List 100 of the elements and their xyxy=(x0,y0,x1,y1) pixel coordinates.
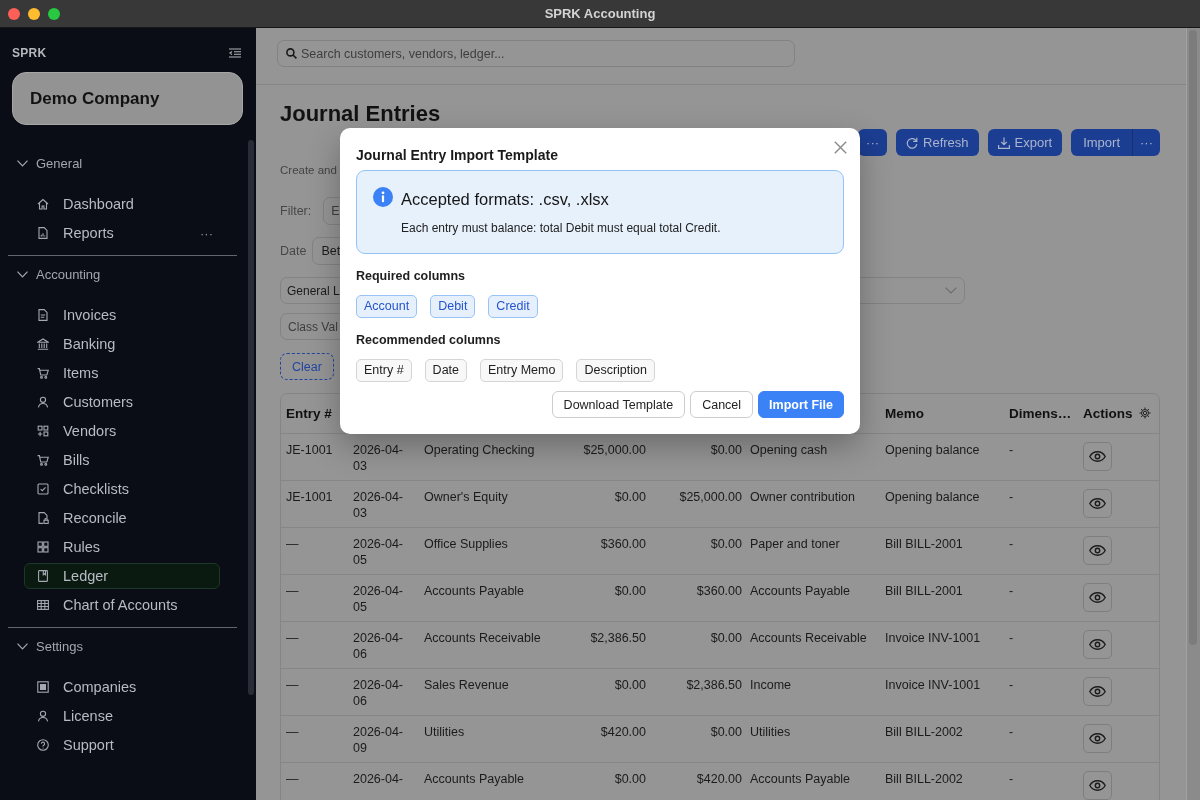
view-button[interactable] xyxy=(1083,724,1112,753)
table-cell: - xyxy=(1003,481,1077,528)
import-button[interactable]: Import xyxy=(1071,129,1132,156)
view-button[interactable] xyxy=(1083,489,1112,518)
book-icon xyxy=(37,570,49,582)
window-zoom-icon[interactable] xyxy=(48,7,60,20)
export-button[interactable]: Export xyxy=(987,129,1063,156)
column-header: Actions xyxy=(1083,406,1133,421)
more-button[interactable]: ··· xyxy=(200,225,213,241)
sidebar-item[interactable]: Vendors xyxy=(24,418,220,444)
view-button[interactable] xyxy=(1083,630,1112,659)
table-cell: Office Supplies xyxy=(418,528,551,575)
table-cell: Bill BILL-2001 xyxy=(878,575,1003,622)
table-cell: $360.00 xyxy=(651,575,746,622)
table-cell: JE-1001 xyxy=(281,434,346,481)
eye-icon xyxy=(1089,780,1106,791)
sidebar-item[interactable]: Dashboard xyxy=(24,191,220,217)
table-cell: Bill BILL-2002 xyxy=(878,763,1003,800)
square-frame-icon xyxy=(37,681,49,693)
table-cell: Accounts Payable xyxy=(418,575,551,622)
table-cell: Paper and toner xyxy=(746,528,878,575)
sidebar-item[interactable]: License xyxy=(24,703,220,729)
chevron-down-icon xyxy=(945,287,957,294)
collapse-icon[interactable] xyxy=(229,48,241,58)
bank-icon xyxy=(37,338,49,350)
table-cell: $0.00 xyxy=(551,575,651,622)
column-tag: Credit xyxy=(488,295,538,318)
scrollbar-thumb[interactable] xyxy=(248,140,254,695)
view-button[interactable] xyxy=(1083,583,1112,612)
sidebar-item[interactable]: Checklists xyxy=(24,476,220,502)
person-icon xyxy=(37,710,49,722)
column-header: Dimens… xyxy=(1009,406,1072,421)
sidebar-item[interactable]: Invoices xyxy=(24,302,220,328)
sidebar-item[interactable]: Companies xyxy=(24,674,220,700)
view-button[interactable] xyxy=(1083,677,1112,706)
document-icon xyxy=(37,309,49,321)
view-button[interactable] xyxy=(1083,771,1112,800)
company-switcher[interactable]: Demo Company xyxy=(12,72,243,125)
sidebar-item[interactable]: Rules xyxy=(24,534,220,560)
info-icon xyxy=(373,187,393,207)
section-header[interactable]: Accounting xyxy=(8,256,237,292)
sidebar-item[interactable]: Items xyxy=(24,360,220,386)
table-cell: Opening balance xyxy=(878,434,1003,481)
table-cell: - xyxy=(1003,763,1077,800)
document-chart-icon xyxy=(37,227,49,239)
person-icon xyxy=(37,396,49,408)
document-lock-icon xyxy=(37,512,49,524)
section-header[interactable]: General xyxy=(8,145,237,181)
import-file-button[interactable]: Import File xyxy=(758,391,844,418)
view-button[interactable] xyxy=(1083,536,1112,565)
page-subtitle: Create and xyxy=(280,163,337,177)
table-cell: Owner's Equity xyxy=(418,481,551,528)
table-cell: - xyxy=(1003,669,1077,716)
window-minimize-icon[interactable] xyxy=(28,7,40,20)
table-cell: Utilities xyxy=(746,716,878,763)
sidebar-item[interactable]: Bills xyxy=(24,447,220,473)
more-button[interactable]: ··· xyxy=(858,129,888,156)
cancel-button[interactable]: Cancel xyxy=(690,391,754,418)
sidebar-item[interactable]: Reconcile xyxy=(24,505,220,531)
sidebar-item[interactable]: Banking xyxy=(24,331,220,357)
cart-icon xyxy=(37,367,49,379)
column-header: Entry # xyxy=(286,406,332,421)
table-cell: $0.00 xyxy=(551,763,651,800)
eye-icon xyxy=(1089,686,1106,697)
table-cell: Bill BILL-2002 xyxy=(878,716,1003,763)
section-header[interactable]: Settings xyxy=(8,628,237,664)
table-cell: Invoice INV-1001 xyxy=(878,622,1003,669)
house-icon xyxy=(37,198,49,210)
table-cell: Income xyxy=(746,669,878,716)
view-button[interactable] xyxy=(1083,442,1112,471)
table-cell: - xyxy=(1003,434,1077,481)
date-label: Date xyxy=(280,244,307,258)
sidebar-item[interactable]: Customers xyxy=(24,389,220,415)
refresh-button[interactable]: Refresh xyxy=(896,129,979,156)
eye-icon xyxy=(1089,545,1106,556)
table-icon xyxy=(37,599,49,611)
sidebar-item[interactable]: Chart of Accounts xyxy=(24,592,220,618)
refresh-icon xyxy=(906,136,919,149)
page-title: Journal Entries xyxy=(280,102,441,126)
table-cell: Accounts Receivable xyxy=(746,622,878,669)
sidebar-item[interactable]: Reports ··· xyxy=(24,220,220,246)
table-cell: Accounts Payable xyxy=(746,763,878,800)
sidebar-item[interactable]: Support xyxy=(24,732,220,758)
section-label: Required columns xyxy=(356,268,467,284)
table-cell: — xyxy=(281,669,346,716)
table-cell: Accounts Payable xyxy=(746,575,878,622)
table-cell: 2026-04-06 xyxy=(346,669,418,716)
download-template-button[interactable]: Download Template xyxy=(551,391,686,418)
filter-label: Filter: xyxy=(280,204,312,218)
table-cell: 2026-04-09 xyxy=(346,716,418,763)
table-cell: - xyxy=(1003,622,1077,669)
table-cell: - xyxy=(1003,716,1077,763)
search-field[interactable]: Search customers, vendors, ledger... xyxy=(277,40,795,67)
settings-icon[interactable] xyxy=(1138,407,1151,419)
brand-name: SPRK xyxy=(12,46,47,60)
more-button[interactable]: ··· xyxy=(1132,129,1160,156)
window-close-icon[interactable] xyxy=(8,7,20,20)
close-icon[interactable] xyxy=(834,141,847,154)
sidebar-item[interactable]: Ledger xyxy=(24,563,220,589)
table-cell: Accounts Payable xyxy=(418,763,551,800)
